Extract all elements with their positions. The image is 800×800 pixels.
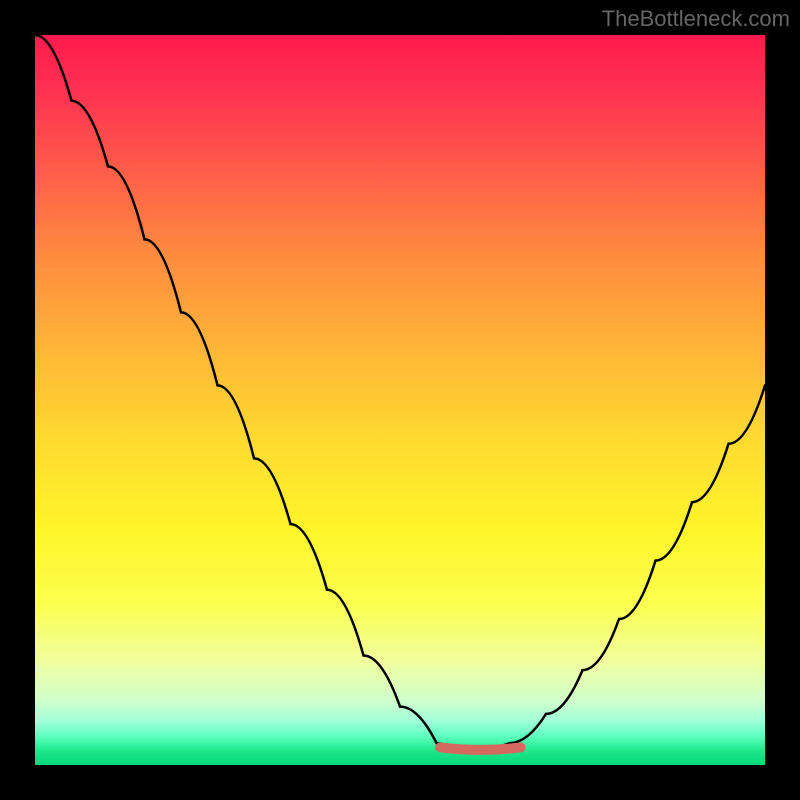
chart-plot-area xyxy=(35,35,765,765)
chart-svg xyxy=(35,35,765,765)
optimal-range-marker xyxy=(440,747,520,750)
watermark-text: TheBottleneck.com xyxy=(602,6,790,32)
bottleneck-curve xyxy=(35,35,765,750)
